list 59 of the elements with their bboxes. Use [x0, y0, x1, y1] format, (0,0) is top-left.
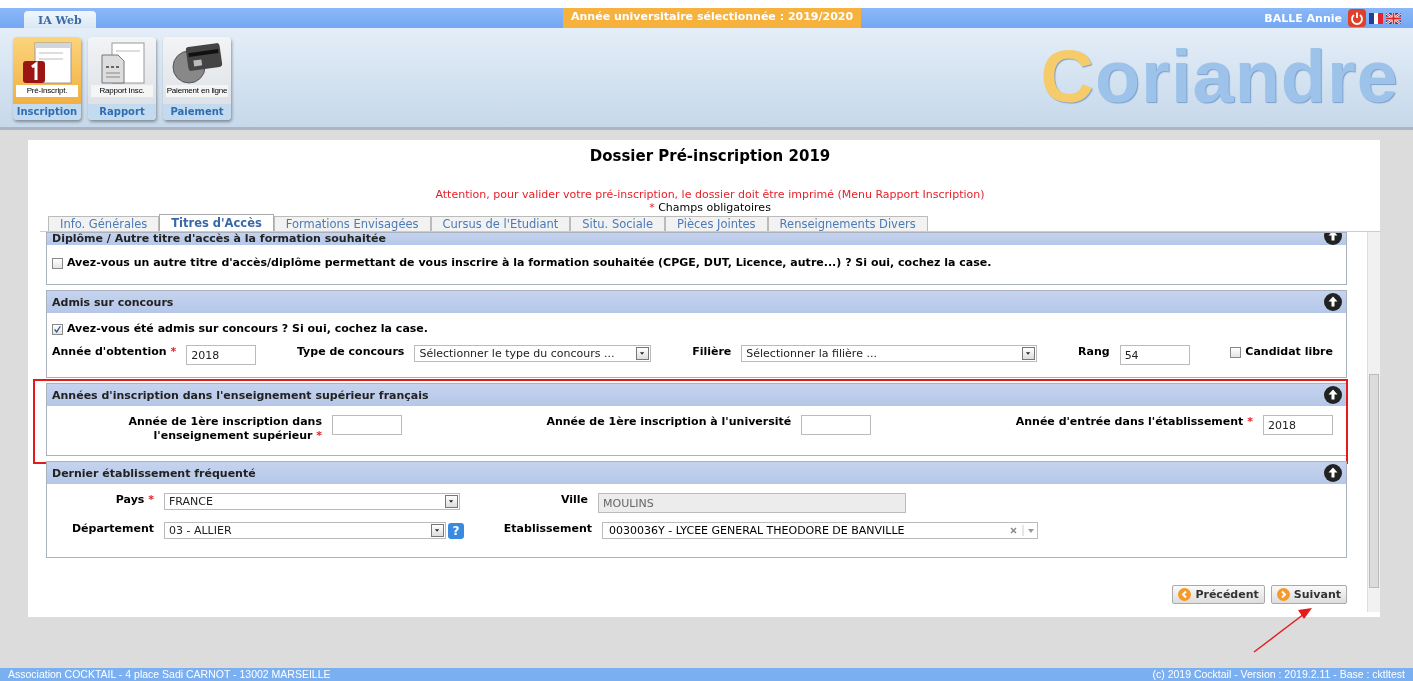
text-field[interactable]	[332, 415, 402, 435]
tab[interactable]: Titres d'Accès	[159, 214, 274, 231]
dropdown[interactable]: Sélectionner la filière ...	[741, 345, 1038, 362]
text-field[interactable]: 54	[1119, 345, 1190, 365]
checkbox-label: Avez-vous été admis sur concours ? Si oui, cochez la case.	[67, 322, 428, 336]
tab[interactable]: Situ. Sociale	[570, 216, 666, 231]
field-label: Pays *	[114, 493, 154, 507]
app-tab[interactable]: IA Web	[24, 11, 96, 28]
footer-version: (c) 2019 Cocktail - Version : 2019.2.11 - Base : cktltest	[1152, 668, 1405, 681]
tab[interactable]: Pièces Jointes	[665, 216, 768, 231]
section-title: Diplôme / Autre titre d'accès à la formation souhaitée	[52, 233, 386, 245]
app-logo: Coriandre	[1040, 34, 1399, 119]
text-field[interactable]: 2018	[186, 345, 257, 365]
checkbox-label: Candidat libre	[1245, 345, 1333, 359]
tab[interactable]: Formations Envisagées	[273, 216, 431, 231]
field-label: Ville	[559, 493, 588, 507]
academic-year-banner: Année universitaire sélectionnée : 2019/2020	[563, 8, 862, 28]
text-field[interactable]: 2018	[1263, 415, 1333, 435]
toolbar-button[interactable]: Rapport Insc. Rapport	[88, 37, 156, 120]
scrollbar[interactable]	[1367, 232, 1380, 612]
field-label: Année de 1ère inscription dans l'enseignement supérieur *	[127, 415, 322, 443]
field-label: Rang	[1078, 345, 1110, 359]
field-label: Année d'obtention *	[52, 345, 177, 359]
tab[interactable]: Renseignements Divers	[767, 216, 928, 231]
checkbox[interactable]	[1230, 346, 1242, 358]
french-flag-icon[interactable]	[1369, 12, 1383, 24]
dropdown[interactable]: FRANCE	[164, 493, 460, 510]
field-label: Année d'entrée dans l'établissement *	[1015, 415, 1253, 429]
field-label: Année de 1ère inscription à l'université	[546, 415, 792, 429]
section-title: Admis sur concours	[52, 295, 174, 309]
british-flag-icon[interactable]	[1386, 12, 1401, 24]
toolbar-button[interactable]: Pré-Inscript. Inscription	[13, 37, 81, 120]
warning-text: Attention, pour valider votre pré-inscription, le dossier doit être imprimé (Menu Rapport Inscription)	[434, 188, 986, 201]
footer-address: Association COCKTAIL - 4 place Sadi CARNOT - 13002 MARSEILLE	[8, 668, 331, 681]
help-button[interactable]: ?	[448, 522, 464, 539]
field-label: Département	[70, 522, 154, 536]
section-title: Années d'inscription dans l'enseignement supérieur français	[52, 388, 429, 402]
field-label: Filière	[692, 345, 732, 359]
next-button[interactable]: Suivant	[1270, 585, 1347, 604]
dropdown[interactable]: Sélectionner le type du concours ...	[414, 345, 652, 362]
clear-dropdown-icon	[1007, 524, 1037, 537]
dropdown[interactable]: 03 - ALLIER	[164, 522, 446, 539]
user-name: BALLE Annie	[1264, 11, 1342, 25]
checkbox-label: Avez-vous un autre titre d'accès/diplôme permettant de vous inscrire à la formation souhaitée (CPGE, DUT, Licence, autre...) ? Si oui, cochez la case.	[67, 256, 992, 270]
credit-card-globe-icon	[169, 41, 225, 85]
required-note: * Champs obligatoires	[648, 201, 772, 214]
previous-button[interactable]: Précédent	[1172, 585, 1265, 604]
page-title: Dossier Pré-inscription 2019	[588, 146, 832, 166]
section-title: Dernier établissement fréquenté	[52, 466, 256, 480]
field-label: Etablissement	[502, 522, 592, 536]
checkbox[interactable]	[52, 257, 63, 269]
toolbar-button[interactable]: Paiement en ligne Paiement	[163, 37, 231, 120]
tab[interactable]: Info. Générales	[48, 216, 160, 231]
combo-box[interactable]: 0030036Y - LYCEE GENERAL THEODORE DE BANVILLE	[602, 522, 1038, 539]
field-label: Type de concours	[296, 345, 405, 359]
tab[interactable]: Cursus de l'Etudiant	[430, 216, 571, 231]
text-field[interactable]	[801, 415, 872, 435]
checkbox[interactable]	[52, 323, 63, 335]
power-icon[interactable]	[1348, 9, 1366, 27]
